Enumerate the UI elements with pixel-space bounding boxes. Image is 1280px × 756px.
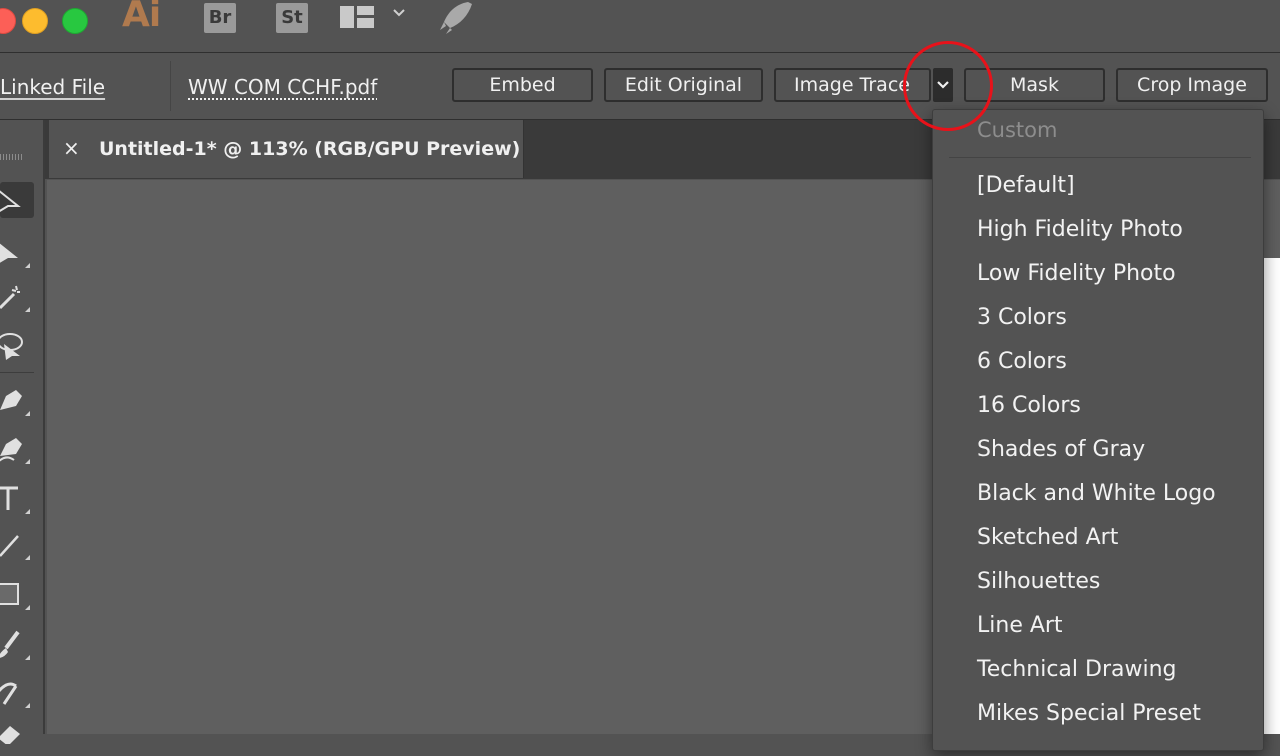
artboard[interactable] <box>1262 258 1280 734</box>
toolbar-separator <box>0 372 34 373</box>
edit-original-button[interactable]: Edit Original <box>604 68 763 102</box>
document-tab-title: Untitled-1* @ 113% (RGB/GPU Preview) <box>99 138 521 160</box>
menu-item-technical-drawing[interactable]: Technical Drawing <box>933 652 1263 696</box>
magic-wand-tool[interactable] <box>0 278 34 314</box>
lasso-icon <box>0 333 23 360</box>
magic-wand-icon <box>0 285 20 310</box>
linked-file-link[interactable]: Linked File <box>0 75 105 99</box>
close-window-button[interactable] <box>0 8 16 34</box>
direct-selection-tool-icon <box>0 243 18 263</box>
preset-list: [Default] High Fidelity Photo Low Fideli… <box>933 168 1263 740</box>
selection-tool[interactable] <box>0 182 34 218</box>
image-trace-preset-menu: Custom [Default] High Fidelity Photo Low… <box>932 109 1264 751</box>
tools-panel <box>0 120 45 744</box>
direct-selection-tool[interactable] <box>0 234 34 270</box>
rocket-icon[interactable] <box>438 0 474 36</box>
file-name-link[interactable]: WW COM CCHF.pdf <box>188 75 377 99</box>
title-bar: Ai Br St <box>0 0 1280 53</box>
menu-item-default[interactable]: [Default] <box>933 168 1263 212</box>
menu-item-shades-of-gray[interactable]: Shades of Gray <box>933 432 1263 476</box>
embed-button[interactable]: Embed <box>452 68 593 102</box>
menu-item-3-colors[interactable]: 3 Colors <box>933 300 1263 344</box>
menu-item-high-fidelity-photo[interactable]: High Fidelity Photo <box>933 212 1263 256</box>
menu-separator <box>949 157 1251 158</box>
bridge-button[interactable]: Br <box>204 3 236 33</box>
eraser-icon <box>0 726 20 744</box>
rectangle-tool[interactable] <box>0 576 34 612</box>
control-bar-divider <box>170 61 171 111</box>
workspace-switcher-icon[interactable] <box>340 6 374 28</box>
menu-item-silhouettes[interactable]: Silhouettes <box>933 564 1263 608</box>
stock-button[interactable]: St <box>276 3 308 33</box>
panel-grip[interactable] <box>0 154 22 160</box>
pen-tool[interactable] <box>0 382 34 418</box>
menu-header-custom: Custom <box>977 118 1058 142</box>
illustrator-logo: Ai <box>122 0 161 35</box>
shaper-tool[interactable] <box>0 674 34 710</box>
selection-tool-icon <box>0 190 21 212</box>
paintbrush-tool[interactable] <box>0 626 34 662</box>
menu-item-line-art[interactable]: Line Art <box>933 608 1263 652</box>
curvature-tool[interactable] <box>0 430 34 466</box>
line-tool[interactable] <box>0 526 34 562</box>
lasso-tool[interactable] <box>0 326 34 362</box>
menu-item-6-colors[interactable]: 6 Colors <box>933 344 1263 388</box>
menu-item-black-and-white-logo[interactable]: Black and White Logo <box>933 476 1263 520</box>
menu-item-sketched-art[interactable]: Sketched Art <box>933 520 1263 564</box>
menu-item-16-colors[interactable]: 16 Colors <box>933 388 1263 432</box>
zoom-window-button[interactable] <box>62 8 88 34</box>
chevron-down-icon[interactable] <box>391 4 407 20</box>
type-tool[interactable] <box>0 480 34 516</box>
menu-item-low-fidelity-photo[interactable]: Low Fidelity Photo <box>933 256 1263 300</box>
menu-item-mikes-special-preset[interactable]: Mikes Special Preset <box>933 696 1263 740</box>
crop-image-button[interactable]: Crop Image <box>1116 68 1268 102</box>
highlight-annotation-circle <box>903 41 993 131</box>
close-tab-icon[interactable]: × <box>63 136 80 160</box>
document-tab[interactable]: × Untitled-1* @ 113% (RGB/GPU Preview) <box>49 120 524 178</box>
minimize-window-button[interactable] <box>22 8 48 34</box>
eraser-tool[interactable] <box>0 720 34 756</box>
